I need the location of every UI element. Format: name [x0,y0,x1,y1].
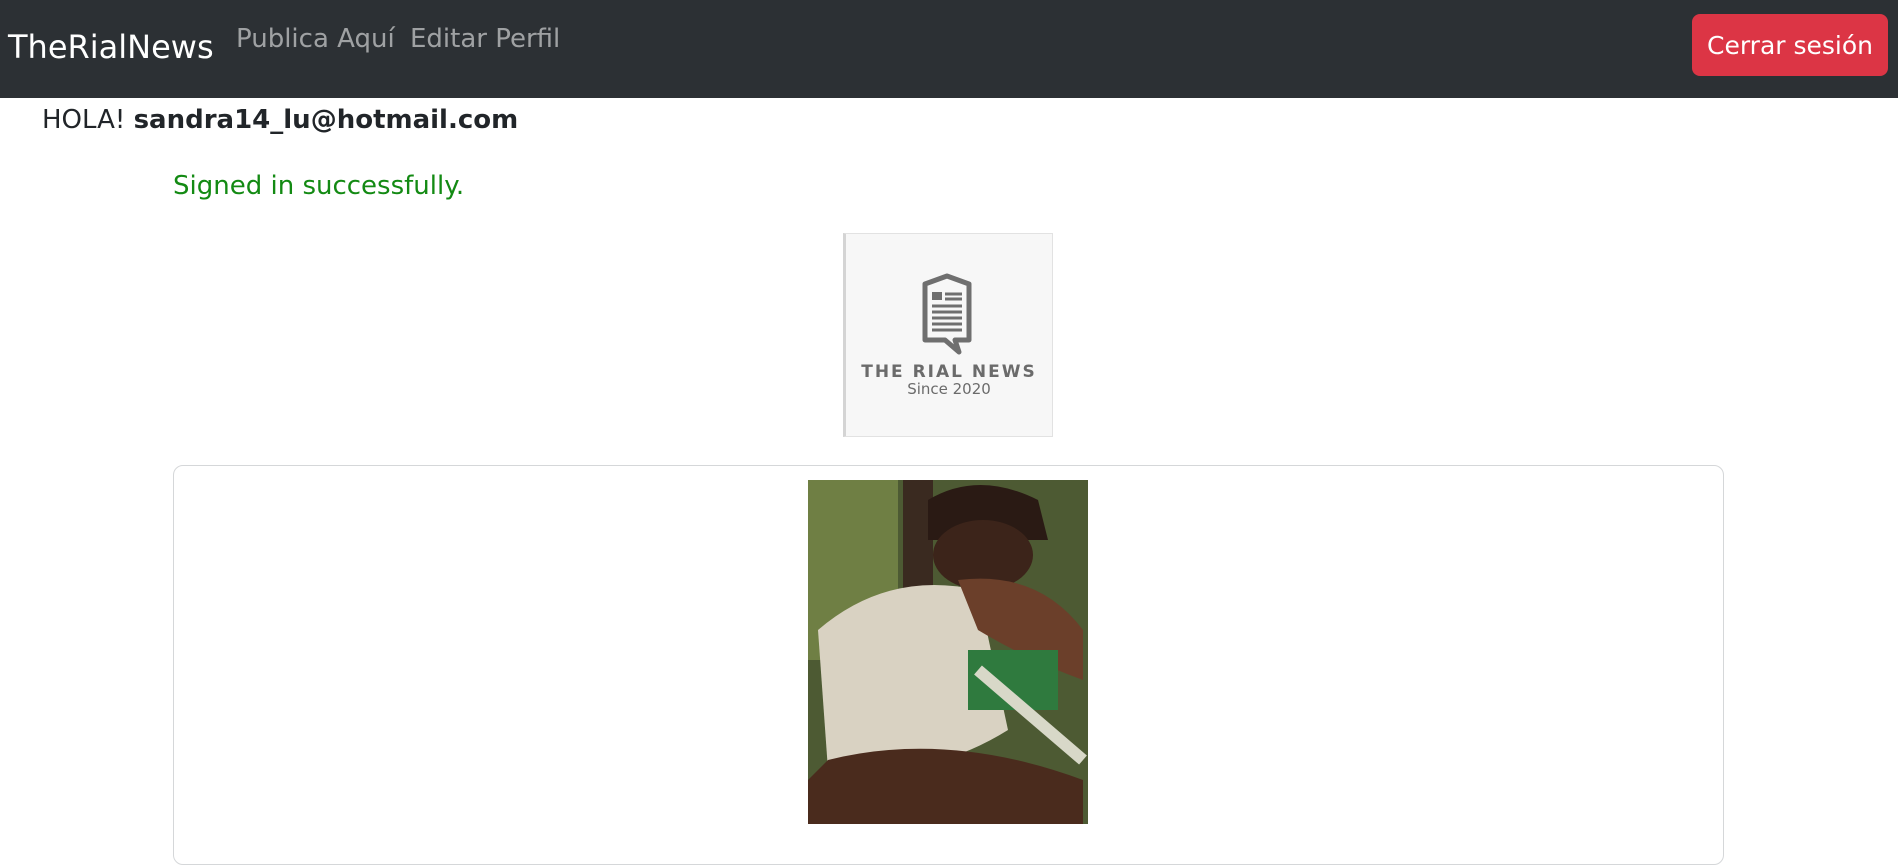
brand-link[interactable]: TheRialNews [8,26,214,68]
nav-link-publica[interactable]: Publica Aquí [236,22,395,56]
greeting-prefix: HOLA! [42,105,126,135]
site-logo: THE RIAL NEWS Since 2020 [843,233,1053,437]
newspaper-icon [922,273,972,355]
logo-title: THE RIAL NEWS [861,362,1037,382]
nav-link-editar-perfil[interactable]: Editar Perfil [410,22,560,56]
photo-icon [808,480,1088,824]
post-image [808,480,1088,824]
top-navbar: TheRialNews Publica Aquí Editar Perfil C… [0,0,1898,98]
logout-button[interactable]: Cerrar sesión [1692,14,1888,76]
flash-notice: Signed in successfully. [173,171,465,201]
logo-subtitle: Since 2020 [907,380,991,398]
greeting: HOLA! sandra14_lu@hotmail.com [42,103,518,137]
user-email: sandra14_lu@hotmail.com [133,105,519,135]
